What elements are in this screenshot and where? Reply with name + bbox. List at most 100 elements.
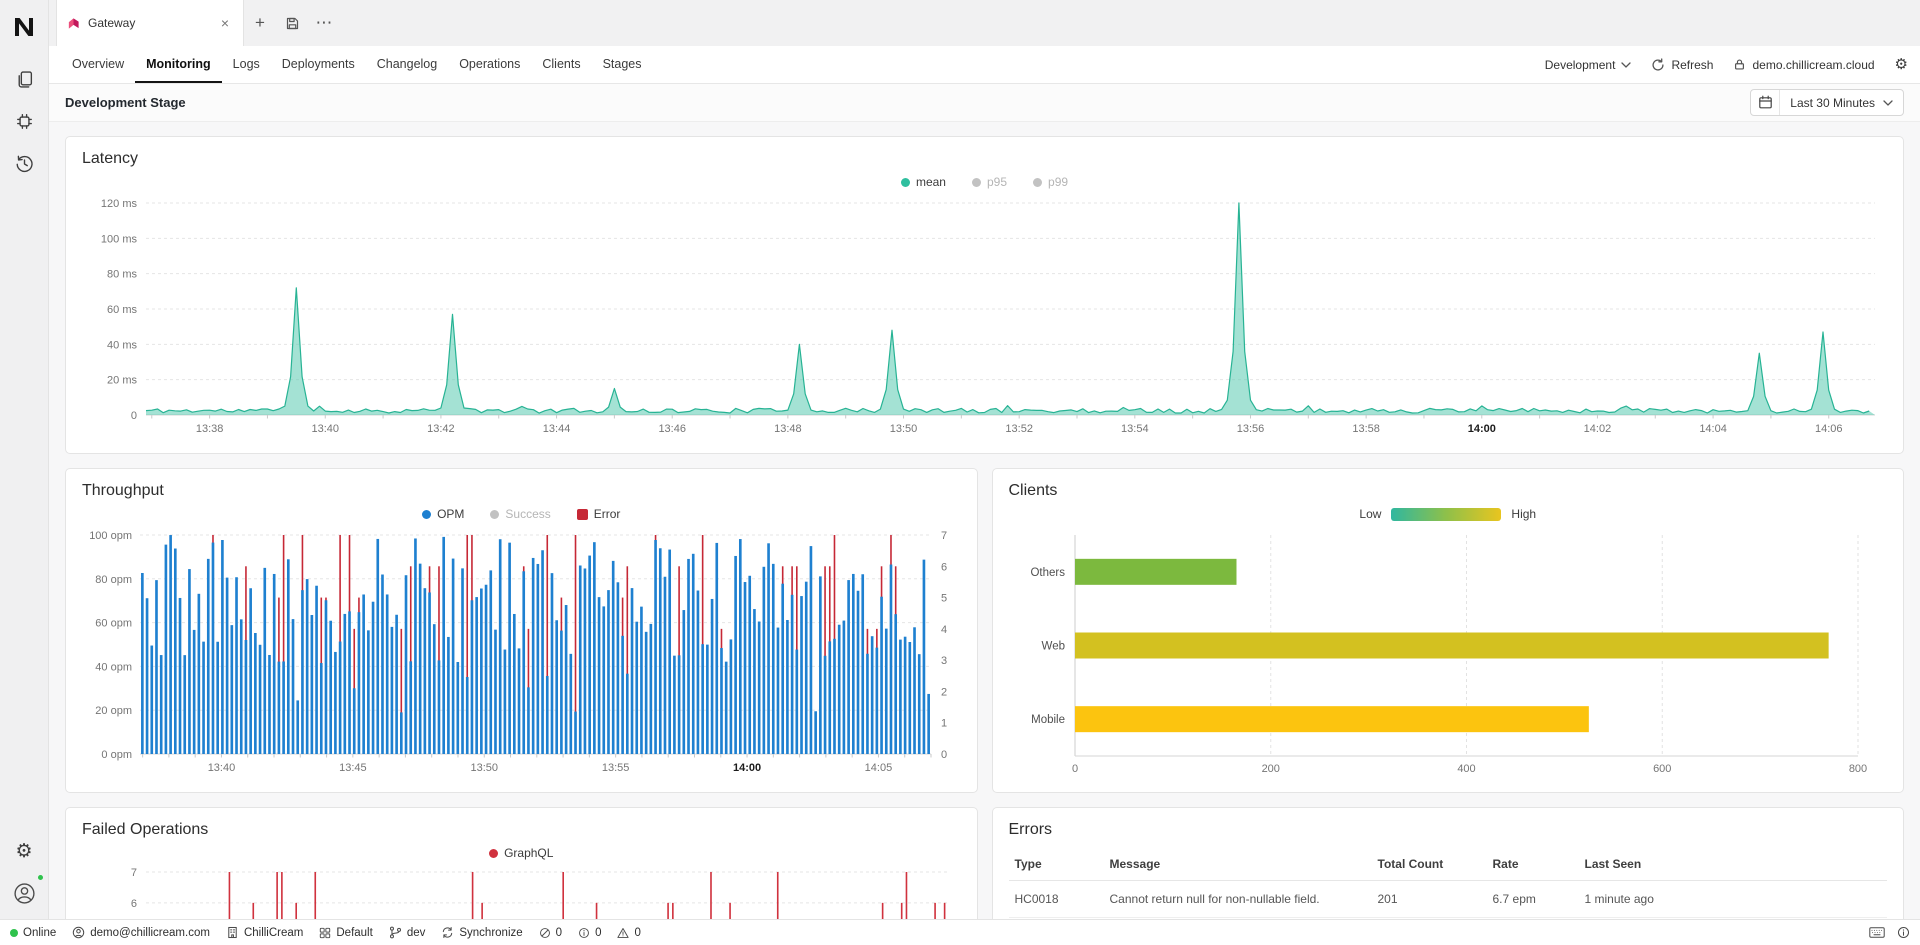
documents-icon[interactable] [6,61,42,97]
svg-text:7: 7 [941,530,947,542]
svg-text:5: 5 [941,593,947,605]
svg-text:40 ms: 40 ms [107,339,137,351]
svg-text:6: 6 [131,898,137,910]
nav-item-monitoring[interactable]: Monitoring [135,46,222,83]
nav-item-deployments[interactable]: Deployments [271,46,366,83]
branch-menu[interactable]: dev [389,926,426,939]
failed-operations-legend: GraphQL [82,842,961,864]
svg-text:0 opm: 0 opm [101,749,132,761]
legend-item-mean[interactable]: mean [901,175,946,189]
legend-item-opm[interactable]: OPM [422,507,464,521]
nav-item-clients[interactable]: Clients [531,46,591,83]
circle-slash-icon [539,927,551,939]
connection-host[interactable]: demo.chillicream.cloud [1733,58,1874,72]
clients-chart: 0200400600800OthersWebMobile [1009,527,1888,780]
legend-item-p99[interactable]: p99 [1033,175,1068,189]
legend-marker [1033,178,1042,187]
svg-text:13:38: 13:38 [196,423,224,435]
svg-text:1: 1 [941,718,947,730]
throughput-panel: Throughput OPM Success [65,468,978,793]
info-circle-icon [578,927,590,939]
panel-title: Throughput [82,481,961,501]
left-sidebar: ⚙ [0,0,49,919]
svg-text:600: 600 [1653,763,1671,775]
online-dot-icon [10,929,18,937]
nav-item-overview[interactable]: Overview [61,46,135,83]
nav-item-changelog[interactable]: Changelog [366,46,448,83]
latency-chart: 020 ms40 ms60 ms80 ms100 ms120 ms13:3813… [82,195,1887,441]
new-tab-button[interactable]: + [244,0,276,46]
svg-text:40 opm: 40 opm [95,661,132,673]
user-avatar[interactable] [6,875,42,911]
account-menu[interactable]: demo@chillicream.com [72,926,210,939]
error-counter[interactable]: 0 [539,927,562,939]
table-row[interactable]: HC0018Cannot return null for non-nullabl… [1009,881,1888,918]
column-header-last-seen: Last Seen [1579,848,1888,881]
svg-text:80 opm: 80 opm [95,574,132,586]
settings-gear-icon[interactable]: ⚙ [6,833,42,869]
online-presence-dot [36,873,45,882]
legend-marker [901,178,910,187]
stage-subheader: Development Stage Last 30 Minutes [49,84,1920,122]
nav-item-operations[interactable]: Operations [448,46,531,83]
chevron-down-icon [1621,62,1631,68]
svg-text:13:40: 13:40 [311,423,339,435]
low-high-gradient [1391,508,1501,521]
calendar-icon [1751,90,1780,115]
svg-text:80 ms: 80 ms [107,269,137,281]
save-document-button[interactable] [276,0,308,46]
svg-text:14:00: 14:00 [1468,423,1496,435]
close-tab-icon[interactable]: × [217,14,233,32]
svg-text:2: 2 [941,686,947,698]
person-circle-icon [72,926,85,939]
nav-item-stages[interactable]: Stages [592,46,653,83]
app-window: ⚙ [0,0,1920,945]
warning-counter[interactable]: 0 [617,927,640,939]
throughput-legend: OPM Success Error [82,503,961,525]
svg-text:800: 800 [1848,763,1866,775]
refresh-button[interactable]: Refresh [1651,58,1713,72]
git-branch-icon [389,926,402,939]
svg-text:13:55: 13:55 [602,762,630,774]
latency-panel: Latency mean p95 p99 [65,136,1904,454]
settings-gear-icon[interactable]: ⚙ [1895,57,1908,72]
keyboard-icon [1869,927,1885,938]
legend-marker [972,178,981,187]
environment-dropdown[interactable]: Development [1545,58,1632,72]
tab-title: Gateway [88,16,209,30]
legend-item-error[interactable]: Error [577,507,621,521]
svg-text:400: 400 [1457,763,1475,775]
chevron-down-icon [1883,100,1893,106]
svg-text:13:58: 13:58 [1352,423,1380,435]
more-tabs-button[interactable]: ⋯ [308,0,340,46]
failed-operations-chart: 0123456713:4013:4513:5013:5514:0014:05 [82,866,961,919]
legend-item-p95[interactable]: p95 [972,175,1007,189]
legend-item-success[interactable]: Success [490,507,550,521]
panel-title: Latency [82,149,1887,169]
svg-text:200: 200 [1261,763,1279,775]
synchronize-button[interactable]: Synchronize [441,926,522,939]
throughput-chart: 0 opm20 opm40 opm60 opm80 opm100 opm0123… [82,527,961,780]
svg-text:0: 0 [131,410,137,422]
time-range-dropdown[interactable]: Last 30 Minutes [1750,89,1904,116]
legend-item-graphql[interactable]: GraphQL [489,846,553,860]
legend-low-label: Low [1359,507,1381,521]
integrations-icon[interactable] [6,103,42,139]
app-logo-icon[interactable] [6,9,42,45]
info-counter[interactable]: 0 [578,927,601,939]
help-button[interactable] [1897,926,1910,939]
svg-text:14:00: 14:00 [733,762,761,774]
info-circle-icon [1897,926,1910,939]
stage-title: Development Stage [65,95,186,110]
organization-menu[interactable]: ChilliCream [226,926,303,939]
svg-text:14:04: 14:04 [1699,423,1727,435]
svg-text:13:40: 13:40 [208,762,236,774]
nav-item-logs[interactable]: Logs [222,46,271,83]
svg-text:60 opm: 60 opm [95,618,132,630]
keyboard-shortcuts-button[interactable] [1869,927,1885,938]
svg-text:100 ms: 100 ms [101,233,138,245]
history-icon[interactable] [6,145,42,181]
workspace-menu[interactable]: Default [319,927,372,939]
tab-gateway[interactable]: Gateway × [56,0,244,46]
svg-text:Web: Web [1041,641,1064,653]
